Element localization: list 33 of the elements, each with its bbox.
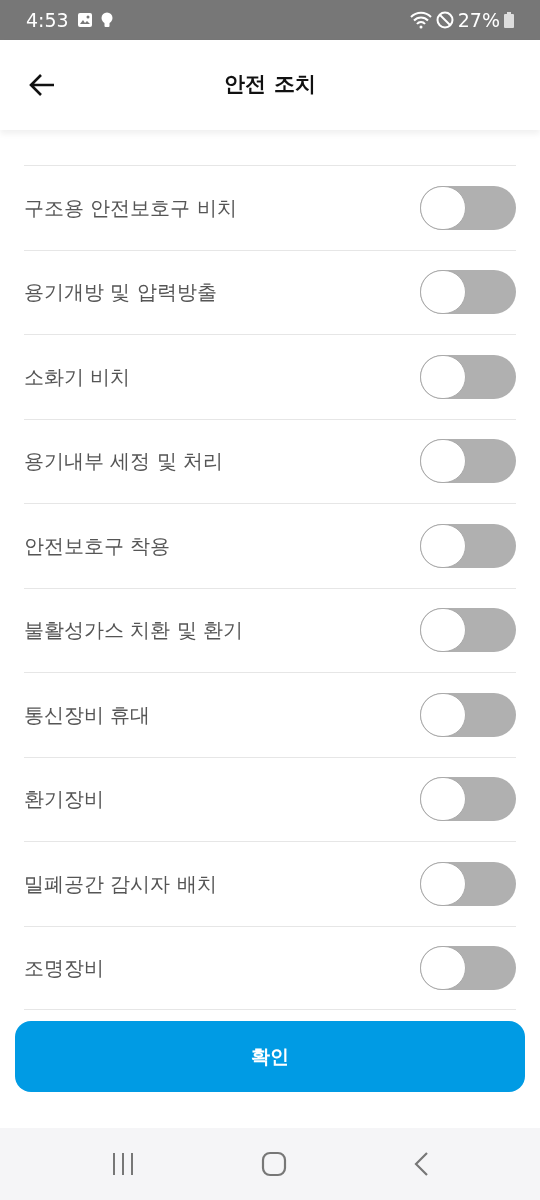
toggle-switch[interactable] xyxy=(420,185,516,230)
item-label: 불활성가스 치환 및 환기 xyxy=(24,617,244,645)
page-title: 안전 조치 xyxy=(224,72,316,97)
status-time: 4:53 xyxy=(26,7,69,33)
home-icon[interactable] xyxy=(261,1151,287,1177)
item-label: 통신장비 휴대 xyxy=(24,701,151,729)
toggle-switch[interactable] xyxy=(420,439,516,484)
wifi-icon xyxy=(409,11,432,29)
item-label: 조명장비 xyxy=(24,954,104,982)
item-label: 밀폐공간 감시자 배치 xyxy=(24,870,217,898)
back-icon[interactable] xyxy=(28,73,56,97)
recent-apps-icon[interactable] xyxy=(111,1152,135,1176)
toggle-switch[interactable] xyxy=(420,692,516,737)
item-label: 용기내부 세정 및 처리 xyxy=(24,448,224,476)
bulb-icon xyxy=(100,11,113,29)
toggle-switch[interactable] xyxy=(420,270,516,315)
toggle-switch[interactable] xyxy=(420,523,516,568)
item-label: 환기장비 xyxy=(24,786,104,814)
image-icon xyxy=(76,12,93,28)
back-nav-icon[interactable] xyxy=(413,1151,429,1177)
battery-icon xyxy=(504,12,514,28)
item-label: 구조용 안전보호구 비치 xyxy=(24,194,237,222)
confirm-button[interactable]: 확인 xyxy=(15,1021,525,1092)
toggle-switch[interactable] xyxy=(420,608,516,653)
toggle-switch[interactable] xyxy=(420,354,516,399)
toggle-switch[interactable] xyxy=(420,777,516,822)
toggle-switch[interactable] xyxy=(420,945,516,990)
toggle-switch[interactable] xyxy=(420,861,516,906)
item-label: 소화기 비치 xyxy=(24,363,131,391)
item-label: 용기개방 및 압력방출 xyxy=(24,279,217,307)
battery-percent: 27% xyxy=(457,7,500,33)
do-not-disturb-icon xyxy=(435,11,454,29)
item-label: 안전보호구 착용 xyxy=(24,532,171,560)
